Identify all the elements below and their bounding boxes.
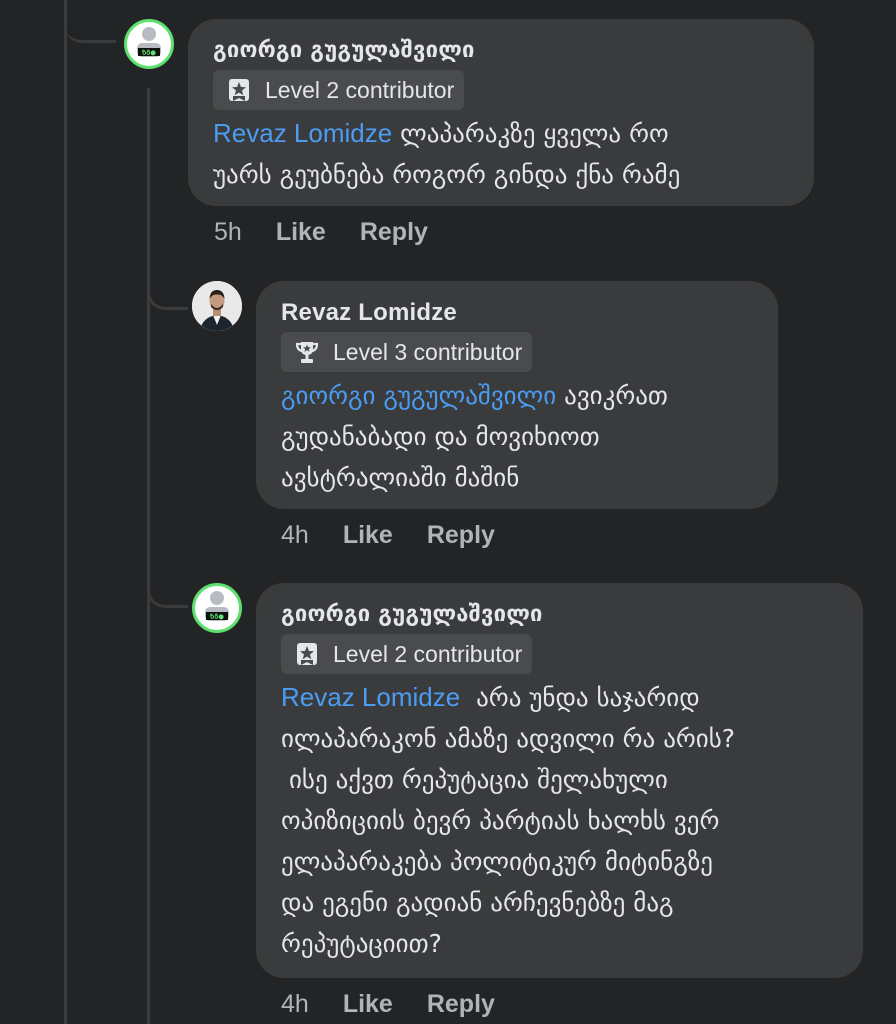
badge-label: Level 2 contributor — [265, 76, 455, 103]
default-user-icon: ᲖᲒ● — [137, 27, 161, 57]
thread-connector — [64, 0, 116, 43]
avatar[interactable]: ᲖᲒ● — [124, 19, 174, 69]
thread-line-outer — [64, 0, 67, 1024]
comment-text-line: ოპიზიციის ბევრ პარტიას ხალხს ვერ — [281, 806, 720, 835]
avatar[interactable] — [192, 281, 242, 331]
comment-text-line: გუდანაბადი და მოვიხიოთ — [281, 422, 600, 451]
comment-text-line: ავსტრალიაში მაშინ — [281, 463, 520, 492]
contributor-badge[interactable]: Level 3 contributor — [281, 332, 533, 372]
avatar[interactable]: ᲖᲒ● — [192, 583, 242, 633]
mention-link[interactable]: Revaz Lomidze — [281, 682, 460, 712]
comment-bubble: Revaz Lomidze Level 3 contributor გიორგი… — [256, 281, 778, 509]
trophy-icon — [295, 342, 319, 363]
comment-text-line: რეპუტაციით? — [281, 929, 442, 958]
like-button[interactable]: Like — [343, 521, 393, 550]
comment-text-line: ისე აქვთ რეპუტაცია შელახული — [281, 765, 668, 794]
badge-label: Level 3 contributor — [333, 338, 523, 365]
mention-link[interactable]: Revaz Lomidze — [213, 118, 392, 148]
star-ribbon-icon — [297, 643, 317, 665]
default-user-icon: ᲖᲒ● — [205, 591, 229, 621]
comment-text: გიორგი გუგულაშვილი ავიკრათ გუდანაბადი და… — [281, 375, 754, 498]
contributor-badge[interactable]: Level 2 contributor — [213, 70, 465, 110]
comment-text: Revaz Lomidze არა უნდა საჯარიდ ილაპარაკო… — [281, 677, 839, 964]
comment-text-line: ლაპარაკზე ყველა რო — [400, 119, 669, 148]
comment-author[interactable]: გიორგი გუგულაშვილი — [213, 37, 790, 65]
reply-button[interactable]: Reply — [360, 218, 428, 247]
comment-author[interactable]: Revaz Lomidze — [281, 299, 754, 327]
comment-text: Revaz Lomidze ლაპარაკზე ყველა რო უარს გე… — [213, 113, 790, 195]
badge-label: Level 2 contributor — [333, 640, 523, 667]
timestamp[interactable]: 5h — [214, 218, 242, 247]
comment-text-line: არა უნდა საჯარიდ — [468, 683, 700, 712]
star-ribbon-icon — [229, 79, 249, 101]
like-button[interactable]: Like — [343, 990, 393, 1019]
comment-author[interactable]: გიორგი გუგულაშვილი — [281, 601, 839, 629]
reply-connector — [147, 262, 188, 310]
comment-actions: 4h Like Reply — [281, 521, 529, 550]
comment-text-line: უარს გეუბნება როგორ გინდა ქნა რამე — [213, 160, 681, 189]
timestamp[interactable]: 4h — [281, 521, 309, 550]
profile-photo-icon — [192, 281, 242, 331]
reply-button[interactable]: Reply — [427, 990, 495, 1019]
comment-actions: 4h Like Reply — [281, 990, 529, 1019]
comment-text-line: ილაპარაკონ ამაზე ადვილი რა არის? — [281, 724, 736, 753]
reply-button[interactable]: Reply — [427, 521, 495, 550]
comment-actions: 5h Like Reply — [214, 218, 462, 247]
comment-text-line: და ეგენი გადიან არჩევნებზე მაგ — [281, 888, 674, 917]
comment-text-line: ავიკრათ — [564, 381, 668, 410]
comment-text-line: ელაპარაკება პოლიტიკურ მიტინგზე — [281, 847, 713, 876]
svg-text:ᲖᲒ●: ᲖᲒ● — [142, 49, 156, 57]
contributor-badge[interactable]: Level 2 contributor — [281, 634, 533, 674]
timestamp[interactable]: 4h — [281, 990, 309, 1019]
like-button[interactable]: Like — [276, 218, 326, 247]
comment-bubble: გიორგი გუგულაშვილი Level 2 contributor R… — [256, 583, 863, 978]
thread-line-inner — [147, 88, 150, 1024]
reply-connector — [147, 560, 188, 608]
mention-link[interactable]: გიორგი გუგულაშვილი — [281, 381, 556, 410]
svg-text:ᲖᲒ●: ᲖᲒ● — [210, 613, 224, 621]
comment-bubble: გიორგი გუგულაშვილი Level 2 contributor R… — [188, 19, 814, 206]
